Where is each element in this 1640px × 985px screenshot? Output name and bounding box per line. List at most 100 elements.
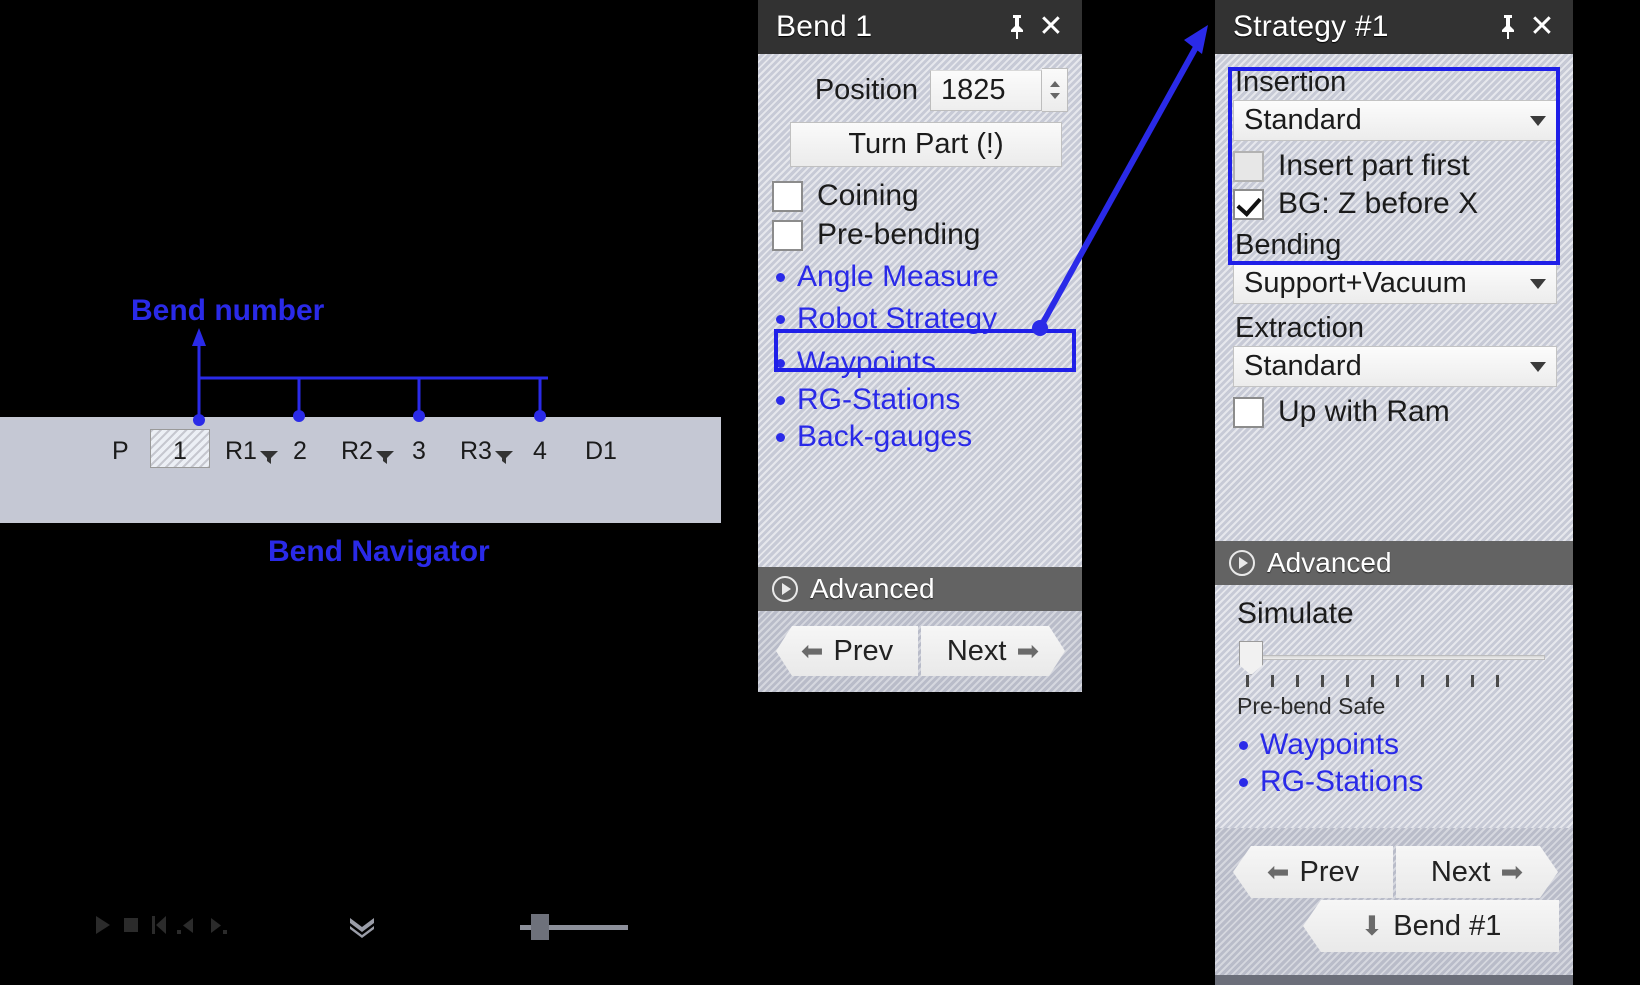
coining-checkbox[interactable] xyxy=(772,180,803,212)
bullet-icon xyxy=(776,314,785,324)
arrow-down-icon: ⬇ xyxy=(1360,910,1384,941)
chevron-down-icon xyxy=(1530,278,1546,289)
bending-select[interactable]: Support+Vacuum xyxy=(1233,263,1557,304)
step-forward-icon[interactable] xyxy=(208,915,228,940)
play-icon[interactable] xyxy=(94,915,112,940)
pre-bending-label: Pre-bending xyxy=(817,218,981,251)
bending-value: Support+Vacuum xyxy=(1244,267,1467,299)
insertion-group-highlight xyxy=(1228,67,1560,265)
pre-bending-checkbox-row[interactable]: Pre-bending xyxy=(772,218,1068,252)
arrow-right-icon: ➡ xyxy=(1016,635,1040,666)
bend-navigator[interactable]: P 1 R1 2 R2 3 R3 4 D1 xyxy=(0,417,721,940)
bend-advanced-label: Advanced xyxy=(810,573,935,604)
navigator-item-d1[interactable]: D1 xyxy=(585,437,617,466)
double-chevron-down-icon[interactable] xyxy=(348,915,376,944)
strategy-panel-titlebar[interactable]: Strategy #1 ✕ xyxy=(1215,0,1573,54)
annotation-bend-number: Bend number xyxy=(131,294,325,327)
navigator-item-r3[interactable]: R3 xyxy=(460,437,514,466)
bend-panel-footer: ⬅ Prev Next ➡ xyxy=(758,611,1082,692)
filter-icon xyxy=(259,443,279,472)
link-rg-stations[interactable]: RG-Stations xyxy=(772,383,1068,417)
bend-panel-title: Bend 1 xyxy=(776,10,873,43)
link-angle-measure[interactable]: Angle Measure xyxy=(772,260,1068,294)
strategy-next-label: Next xyxy=(1430,855,1491,888)
strategy-advanced-bar[interactable]: Advanced xyxy=(1215,541,1573,585)
strategy-link-waypoints-label: Waypoints xyxy=(1260,728,1399,761)
arrow-left-icon: ⬅ xyxy=(800,635,824,666)
strategy-advanced-label: Advanced xyxy=(1267,547,1392,578)
navigator-item-1[interactable]: 1 xyxy=(173,437,187,466)
step-back-icon[interactable] xyxy=(176,915,196,940)
link-rg-stations-label: RG-Stations xyxy=(797,383,961,416)
next-button[interactable]: Next ➡ xyxy=(921,626,1065,676)
annotation-bend-navigator: Bend Navigator xyxy=(268,535,490,568)
navigator-item-r2-label: R2 xyxy=(341,437,373,465)
strategy-next-button[interactable]: Next ➡ xyxy=(1396,846,1558,898)
stop-icon[interactable] xyxy=(122,915,140,940)
navigator-item-3[interactable]: 3 xyxy=(412,437,426,466)
skip-start-icon[interactable] xyxy=(150,915,168,940)
strategy-prev-button[interactable]: ⬅ Prev xyxy=(1233,846,1393,898)
navigator-item-r3-label: R3 xyxy=(460,437,492,465)
bend-panel-body: Position 1825 Turn Part (!) Coining Pre-… xyxy=(758,54,1082,567)
navigator-item-4[interactable]: 4 xyxy=(533,437,547,466)
strategy-link-rg-stations[interactable]: RG-Stations xyxy=(1235,765,1557,799)
bend-jump-button[interactable]: ⬇ Bend #1 xyxy=(1303,900,1559,952)
position-stepper[interactable] xyxy=(1042,68,1068,112)
turn-part-button[interactable]: Turn Part (!) xyxy=(790,122,1062,167)
navigator-slider-thumb[interactable] xyxy=(531,914,549,940)
strategy-prev-label: Prev xyxy=(1299,855,1360,888)
arrow-right-icon: ➡ xyxy=(1500,856,1524,887)
bend-advanced-bar[interactable]: Advanced xyxy=(758,567,1082,611)
extraction-value: Standard xyxy=(1244,350,1362,382)
pin-icon[interactable] xyxy=(1000,7,1034,47)
next-label: Next xyxy=(946,634,1007,667)
up-with-ram-label: Up with Ram xyxy=(1278,395,1450,428)
navigator-item-p[interactable]: P xyxy=(112,437,129,466)
expand-circle-icon xyxy=(1229,550,1255,576)
strategy-panel-title: Strategy #1 xyxy=(1233,10,1389,43)
navigator-item-r1-label: R1 xyxy=(225,437,257,465)
pre-bending-checkbox[interactable] xyxy=(772,219,803,251)
navigator-item-r2[interactable]: R2 xyxy=(341,437,395,466)
prev-label: Prev xyxy=(833,634,894,667)
chevron-down-icon xyxy=(1530,361,1546,372)
bullet-icon xyxy=(1239,777,1248,787)
bullet-icon xyxy=(776,432,785,442)
close-icon[interactable]: ✕ xyxy=(1525,7,1559,47)
pin-icon[interactable] xyxy=(1491,7,1525,47)
simulate-slider[interactable] xyxy=(1235,637,1557,683)
filter-icon xyxy=(494,443,514,472)
strategy-advanced-body: Simulate Pre-bend Safe Waypoints RG-Stat… xyxy=(1215,585,1573,828)
navigator-item-2[interactable]: 2 xyxy=(293,437,307,466)
bullet-icon xyxy=(776,395,785,405)
coining-checkbox-row[interactable]: Coining xyxy=(772,179,1068,213)
up-with-ram-checkbox[interactable] xyxy=(1233,396,1264,428)
link-back-gauges[interactable]: Back-gauges xyxy=(772,420,1068,454)
strategy-link-rg-stations-label: RG-Stations xyxy=(1260,765,1424,798)
robot-strategy-highlight xyxy=(774,329,1076,372)
simulate-label: Simulate xyxy=(1237,597,1354,630)
link-back-gauges-label: Back-gauges xyxy=(797,420,973,453)
position-label: Position xyxy=(814,73,918,106)
close-icon[interactable]: ✕ xyxy=(1034,7,1068,47)
strategy-panel-footer: ⬅ Prev Next ➡ ⬇ Bend #1 xyxy=(1215,828,1573,975)
extraction-label: Extraction xyxy=(1235,312,1364,344)
up-with-ram-row[interactable]: Up with Ram xyxy=(1233,395,1557,429)
navigator-item-r1[interactable]: R1 xyxy=(225,437,279,466)
bullet-icon xyxy=(1239,740,1248,750)
simulate-slider-thumb[interactable] xyxy=(1239,641,1263,675)
expand-circle-icon xyxy=(772,576,798,602)
extraction-select[interactable]: Standard xyxy=(1233,346,1557,387)
arrow-left-icon: ⬅ xyxy=(1266,856,1290,887)
link-angle-measure-label: Angle Measure xyxy=(797,260,999,293)
position-input[interactable]: 1825 xyxy=(930,69,1042,111)
bullet-icon xyxy=(776,272,785,282)
bend-panel-titlebar[interactable]: Bend 1 ✕ xyxy=(758,0,1082,54)
strategy-link-waypoints[interactable]: Waypoints xyxy=(1235,728,1557,762)
prev-button[interactable]: ⬅ Prev xyxy=(776,626,918,676)
filter-icon xyxy=(375,443,395,472)
bend-panel: Bend 1 ✕ Position 1825 Turn Part (!) Coi… xyxy=(758,0,1082,692)
simulate-slider-track[interactable] xyxy=(1249,655,1545,660)
simulate-caption: Pre-bend Safe xyxy=(1237,693,1386,719)
